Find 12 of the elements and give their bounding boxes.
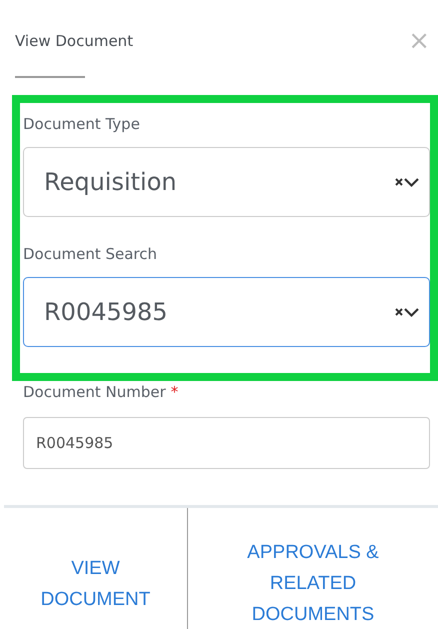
action-link[interactable]: VIEW DOCUMENT [4,508,187,629]
clear-caret-icon[interactable] [395,176,421,188]
field-label: Document Type [23,115,141,133]
action-link[interactable]: APPROVALS & RELATED DOCUMENTS [187,508,438,629]
clear-caret-icon[interactable] [395,306,421,318]
dialog-title: View Document [15,32,134,50]
select-field[interactable]: Requisition [23,147,430,217]
field-label: Document Search [23,245,158,263]
required-mark: * [170,383,178,401]
input-field[interactable]: R0045985 [23,417,430,469]
field-label: Document Number [23,383,166,401]
select-field[interactable]: R0045985 [23,277,430,347]
